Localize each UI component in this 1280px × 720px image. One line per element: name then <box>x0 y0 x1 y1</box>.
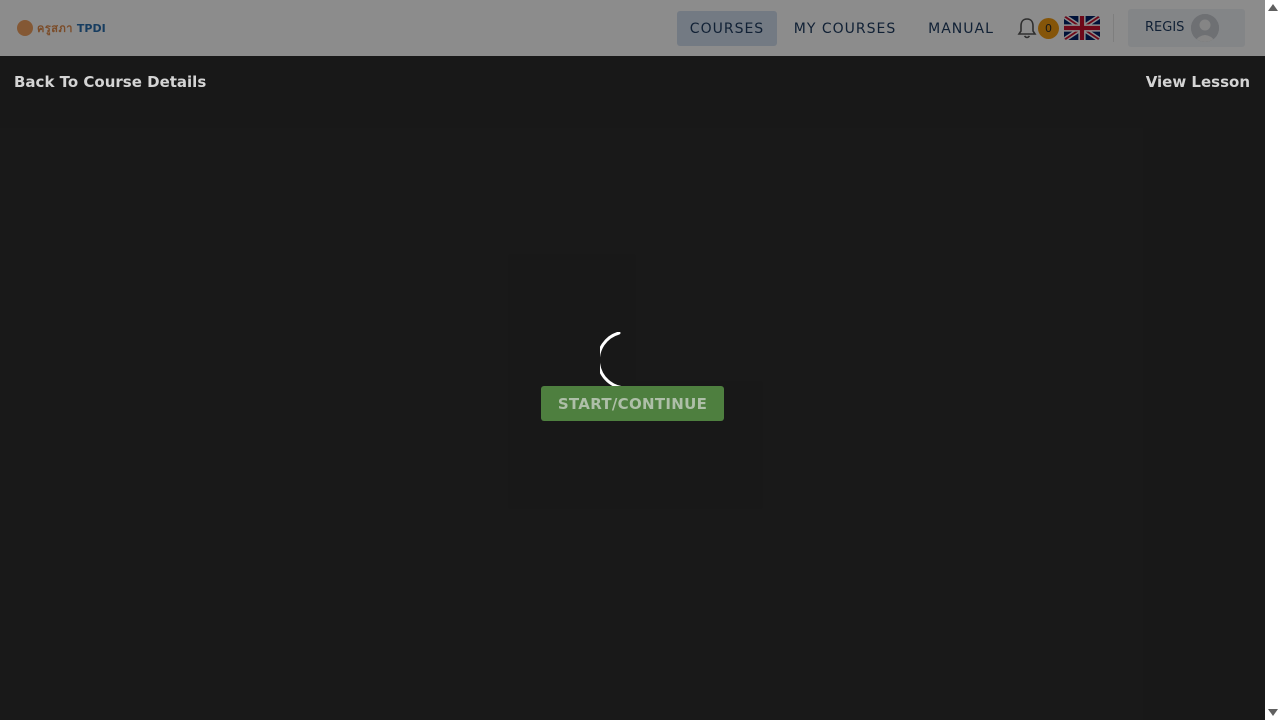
logo-text: ครูสภา <box>37 22 73 35</box>
header-divider <box>1113 14 1114 42</box>
start-continue-button[interactable]: START/CONTINUE <box>541 386 724 421</box>
logo-mark-icon <box>17 20 33 36</box>
user-name: REGIS <box>1145 20 1185 35</box>
site-logo[interactable]: ครูสภา TPDI <box>17 17 106 39</box>
scroll-down-icon[interactable] <box>1268 709 1278 716</box>
notification-badge: 0 <box>1038 18 1059 39</box>
nav-my-courses[interactable]: MY COURSES <box>786 11 904 46</box>
loading-spinner-icon <box>600 332 628 390</box>
nav-manual[interactable]: MANUAL <box>918 11 1004 46</box>
view-lesson-link[interactable]: View Lesson <box>1146 73 1250 91</box>
avatar-icon <box>1191 14 1219 42</box>
scroll-up-icon[interactable] <box>1268 4 1278 11</box>
nav-courses[interactable]: COURSES <box>677 11 777 46</box>
uk-flag-icon[interactable] <box>1064 16 1100 40</box>
top-navbar: ครูสภา TPDI COURSES MY COURSES MANUAL 0 … <box>0 0 1265 56</box>
vertical-scrollbar[interactable] <box>1265 0 1280 720</box>
bell-icon[interactable] <box>1016 16 1038 40</box>
logo-brand: TPDI <box>76 21 106 35</box>
back-to-course-details-link[interactable]: Back To Course Details <box>14 73 206 91</box>
user-menu[interactable]: REGIS <box>1128 9 1245 47</box>
